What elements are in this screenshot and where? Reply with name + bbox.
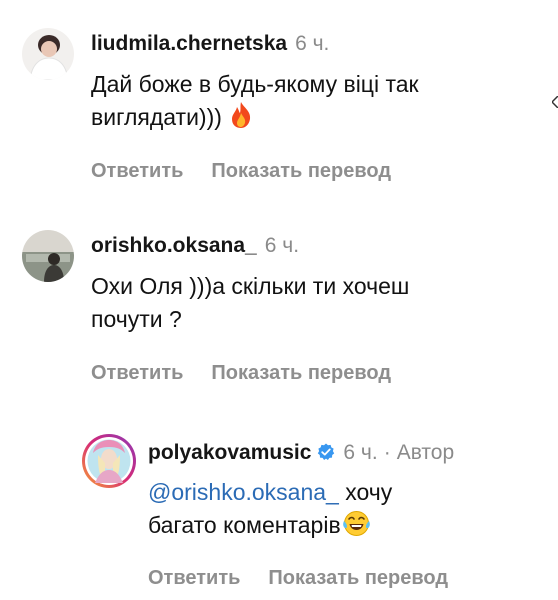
comment-actions: Ответить Показать перевод — [91, 361, 391, 385]
username[interactable]: liudmila.chernetska — [91, 32, 287, 55]
username[interactable]: polyakovamusic — [148, 441, 311, 464]
username[interactable]: orishko.oksana_ — [91, 234, 257, 257]
show-translation-button[interactable]: Показать перевод — [211, 160, 391, 182]
avatar[interactable] — [22, 230, 74, 282]
reply-button[interactable]: Ответить — [91, 362, 183, 384]
tears-of-joy-emoji — [342, 510, 370, 546]
separator: · — [383, 441, 391, 464]
comment-text-line: Охи Оля )))а скільки ти хочеш — [91, 273, 410, 299]
comment-text: Дай боже в будь-якому віці так виглядати… — [91, 68, 419, 138]
author-label: Автор — [396, 441, 455, 464]
verified-badge-icon — [317, 442, 335, 468]
fire-emoji — [228, 101, 254, 138]
reply-button[interactable]: Ответить — [91, 160, 183, 182]
mention-link[interactable]: @orishko.oksana_ — [148, 479, 339, 505]
comment-actions: Ответить Показать перевод — [148, 566, 448, 590]
comment-header: polyakovamusic 6 ч. · Автор — [148, 440, 454, 468]
comment-text: @orishko.oksana_ хочу багато коментарів — [148, 476, 392, 546]
scroll-indicator — [550, 95, 558, 109]
timestamp: 6 ч. — [343, 441, 378, 464]
timestamp: 6 ч. — [264, 234, 300, 257]
show-translation-button[interactable]: Показать перевод — [211, 362, 391, 384]
comment-text-line: Дай боже в будь-якому віці так — [91, 71, 419, 97]
comment-actions: Ответить Показать перевод — [91, 159, 391, 183]
comment-text-line: почути ? — [91, 306, 182, 332]
timestamp: 6 ч. — [295, 32, 330, 55]
comment-header: liudmila.chernetska 6 ч. — [91, 31, 329, 57]
avatar[interactable] — [81, 433, 137, 489]
comment-header: orishko.oksana_ 6 ч. — [91, 233, 299, 259]
comment-text-line: @orishko.oksana_ хочу — [148, 479, 393, 505]
show-translation-button[interactable]: Показать перевод — [268, 567, 448, 589]
comment-text-line: багато коментарів — [148, 509, 392, 546]
reply-button[interactable]: Ответить — [148, 567, 240, 589]
comment-text: Охи Оля )))а скільки ти хочеш почути ? — [91, 270, 409, 336]
avatar[interactable] — [22, 28, 74, 80]
comment-text-line: виглядати))) — [91, 101, 419, 138]
